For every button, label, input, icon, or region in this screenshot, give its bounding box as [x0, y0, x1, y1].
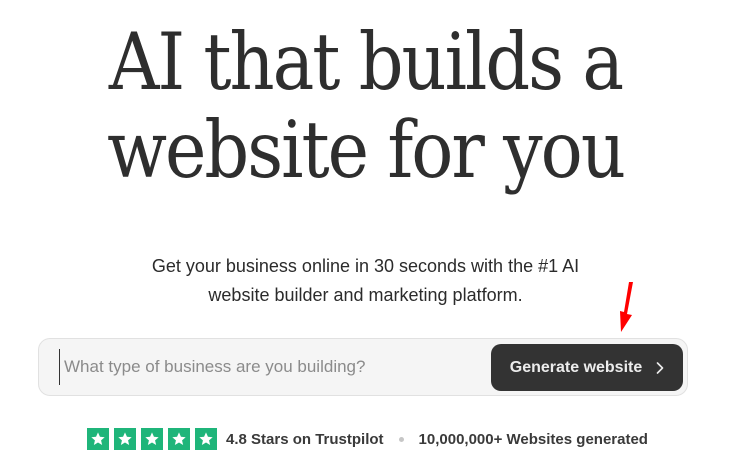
hero-title: AI that builds a website for you [0, 16, 731, 196]
business-type-input[interactable] [59, 349, 484, 385]
red-arrow-icon [620, 282, 633, 332]
websites-generated-count: 10,000,000+ Websites generated [418, 430, 648, 448]
trust-row: 4.8 Stars on Trustpilot 10,000,000+ Webs… [87, 427, 648, 451]
star-icon [195, 428, 217, 450]
chevron-right-icon [656, 361, 664, 374]
trustpilot-rating: 4.8 Stars on Trustpilot [226, 430, 384, 448]
star-icon [141, 428, 163, 450]
business-search-bar: Generate website [38, 338, 688, 396]
star-icon [114, 428, 136, 450]
hero-title-line-2: website for you [107, 104, 626, 196]
hero-title-line-1: AI that builds a [108, 16, 624, 108]
hero-subtitle-line-1: Get your business online in 30 seconds w… [151, 256, 580, 276]
trustpilot-stars [87, 428, 217, 450]
star-icon [87, 428, 109, 450]
star-icon [168, 428, 190, 450]
generate-website-button[interactable]: Generate website [491, 344, 683, 391]
generate-website-label: Generate website [509, 358, 643, 376]
dot-separator [398, 436, 404, 442]
